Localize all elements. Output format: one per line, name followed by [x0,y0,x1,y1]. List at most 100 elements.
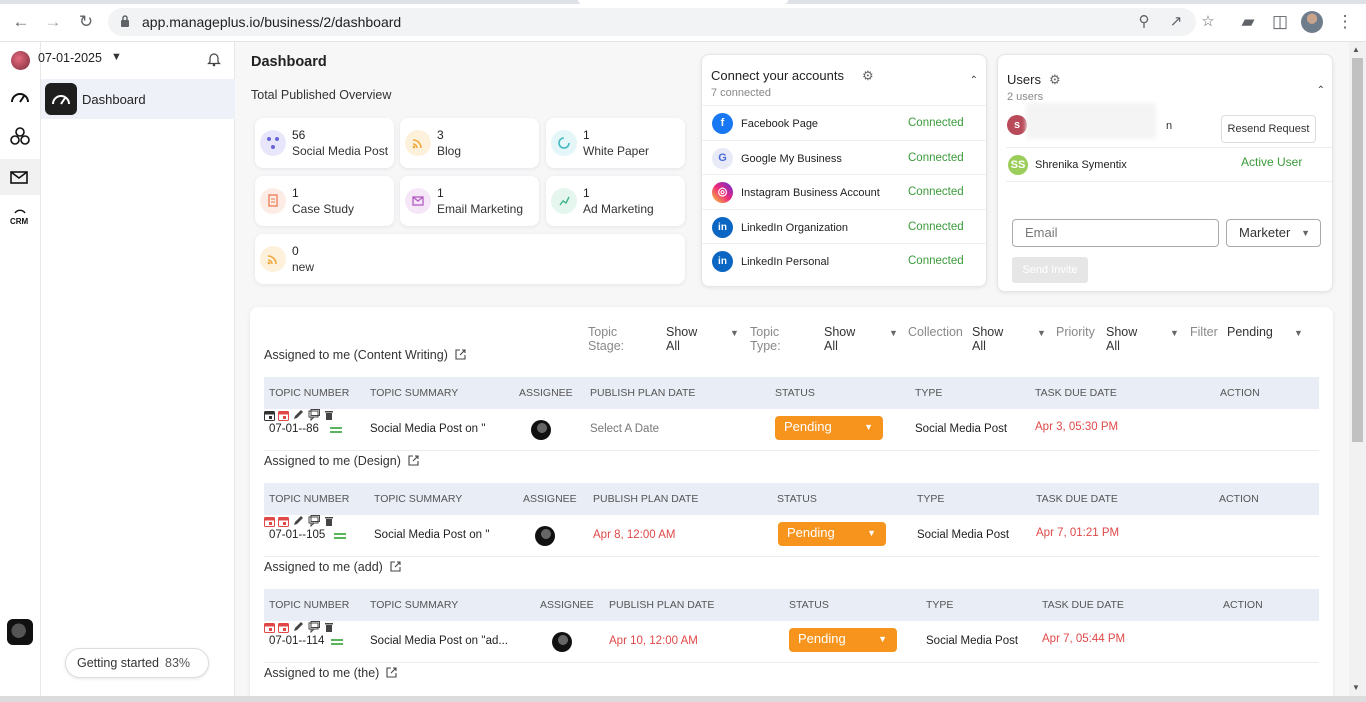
status-dropdown[interactable]: Pending ▼ [778,522,886,546]
status-filter[interactable]: Pending [1227,325,1273,339]
comment-icon[interactable] [308,621,320,634]
assignee-avatar[interactable] [535,526,555,546]
reload-icon[interactable]: ↻ [75,11,97,33]
share-icon[interactable]: ↗ [1166,12,1186,32]
delete-icon[interactable] [323,515,335,527]
stat-card-case-study[interactable]: 1 Case Study [255,176,394,226]
publish-date[interactable]: Select A Date [590,423,659,435]
topic-summary[interactable]: Social Media Post on ''ad... [370,635,508,647]
nav-dashboard-icon[interactable] [0,83,40,113]
delete-icon[interactable] [323,409,335,421]
due-date[interactable]: Apr 3, 05:30 PM [1035,421,1118,433]
external-link-icon[interactable] [386,667,397,678]
scroll-down-icon[interactable]: ▼ [1352,683,1360,692]
chevron-down-icon[interactable]: ▼ [1037,328,1046,338]
calendar-icon[interactable] [264,516,275,527]
lock-icon[interactable] [120,14,130,28]
topic-summary[interactable]: Social Media Post on '' [370,423,486,435]
stat-card-new[interactable]: 0 new [255,234,685,284]
gear-icon[interactable]: ⚙ [862,68,874,84]
collection-filter[interactable]: Show All [972,325,1003,353]
publish-date[interactable]: Apr 10, 12:00 AM [609,635,698,647]
status-dropdown[interactable]: Pending ▼ [775,416,883,440]
topic-type-filter[interactable]: Show All [824,325,855,353]
due-date[interactable]: Apr 7, 05:44 PM [1042,633,1125,645]
sidebar-item-dashboard[interactable]: Dashboard [41,79,235,119]
zoom-icon[interactable]: ⚲ [1134,12,1154,32]
getting-started-button[interactable]: Getting started 83% [65,648,209,678]
topic-stage-filter[interactable]: Show All [666,325,697,353]
star-icon[interactable]: ☆ [1198,12,1218,32]
calendar-icon[interactable] [278,516,290,527]
assignee-avatar[interactable] [552,632,572,652]
url-text[interactable]: app.manageplus.io/business/2/dashboard [142,14,401,30]
nav-email-icon[interactable] [9,167,31,189]
publish-date[interactable]: Apr 8, 12:00 AM [593,529,675,541]
calendar-icon[interactable] [278,622,290,633]
profile-avatar[interactable] [1301,11,1323,33]
topic-number[interactable]: 07-01--105 [269,529,325,541]
scroll-up-icon[interactable]: ▲ [1352,45,1360,54]
table-row[interactable]: 07-01--114 Social Media Post on ''ad... … [264,621,1319,663]
chevron-down-icon[interactable]: ▼ [889,328,898,338]
external-link-icon[interactable] [455,349,466,360]
stat-card-blog[interactable]: 3 Blog [400,118,539,168]
resend-request-button[interactable]: Resend Request [1221,115,1316,143]
stat-card-ad-marketing[interactable]: 1 Ad Marketing [546,176,685,226]
calendar-icon[interactable] [264,410,275,421]
notification-bell-icon[interactable] [207,51,221,67]
table-row[interactable]: 07-01--105 Social Media Post on '' Apr 8… [264,515,1319,557]
edit-icon[interactable] [292,621,304,633]
chevron-down-icon[interactable]: ▼ [1294,328,1303,338]
calendar-icon[interactable] [278,410,290,421]
chevron-down-icon[interactable]: ▼ [1170,328,1179,338]
vertical-scrollbar[interactable]: ▲ ▼ [1349,42,1366,696]
edit-icon[interactable] [292,515,304,527]
back-icon[interactable]: ← [10,11,32,33]
account-row-facebook[interactable]: f Facebook Page Connected [702,105,986,139]
active-tab[interactable] [578,0,788,4]
topic-number[interactable]: 07-01--86 [269,423,319,435]
account-row-instagram[interactable]: ◎ Instagram Business Account Connected [702,174,986,208]
priority-filter[interactable]: Show All [1106,325,1137,353]
stat-card-email-marketing[interactable]: 1 Email Marketing [400,176,539,226]
role-select[interactable]: Marketer ▼ [1226,219,1321,247]
stat-card-white-paper[interactable]: 1 White Paper [546,118,685,168]
date-selector[interactable]: 07-01-2025 [38,51,102,65]
nav-crm-icon[interactable]: CRM [9,208,31,230]
account-row-google-my-business[interactable]: G Google My Business Connected [702,140,986,174]
user-avatar[interactable] [7,619,33,645]
comment-icon[interactable] [308,409,320,422]
forward-icon[interactable]: → [42,11,64,33]
sidepanel-icon[interactable]: ◫ [1269,11,1291,33]
collapse-icon[interactable]: ⌃ [1317,85,1325,96]
horizontal-scrollbar[interactable] [0,696,1366,702]
org-avatar[interactable] [11,51,30,70]
topic-summary[interactable]: Social Media Post on '' [374,529,490,541]
comment-icon[interactable] [308,515,320,528]
table-row[interactable]: 07-01--86 Social Media Post on '' Select… [264,409,1319,451]
status-dropdown[interactable]: Pending ▼ [789,628,897,652]
address-bar[interactable]: app.manageplus.io/business/2/dashboard ⚲… [108,8,1215,36]
external-link-icon[interactable] [390,561,401,572]
topic-number[interactable]: 07-01--114 [269,635,324,647]
gear-icon[interactable]: ⚙ [1049,72,1061,88]
menu-icon[interactable]: ⋮ [1334,11,1356,33]
account-row-linkedin-organization[interactable]: in LinkedIn Organization Connected [702,209,986,243]
external-link-icon[interactable] [408,455,419,466]
collapse-icon[interactable]: ⌃ [970,75,978,86]
extensions-icon[interactable]: ▰ [1237,11,1259,33]
account-row-linkedin-personal[interactable]: in LinkedIn Personal Connected [702,243,986,277]
chevron-down-icon[interactable]: ▼ [111,51,122,63]
delete-icon[interactable] [323,621,335,633]
due-date[interactable]: Apr 7, 01:21 PM [1036,527,1119,539]
chevron-down-icon[interactable]: ▼ [730,328,739,338]
email-field[interactable]: Email [1012,219,1219,247]
calendar-icon[interactable] [264,622,275,633]
edit-icon[interactable] [292,409,304,421]
send-invite-button[interactable]: Send Invite [1012,257,1088,283]
assignee-avatar[interactable] [531,420,551,440]
stat-card-social-media-post[interactable]: 56 Social Media Post [255,118,394,168]
nav-integrations-icon[interactable] [9,126,31,148]
scrollbar-thumb[interactable] [1352,58,1363,442]
